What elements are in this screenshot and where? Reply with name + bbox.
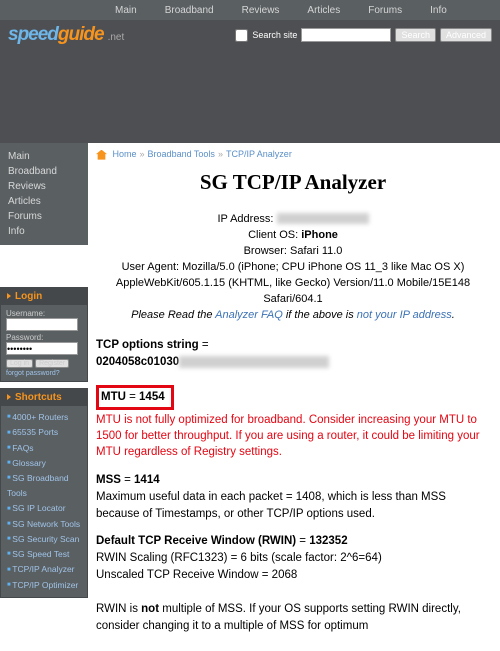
mtu-warning: MTU is not fully optimized for broadband… xyxy=(96,412,490,460)
nav-info[interactable]: Info xyxy=(430,5,447,16)
side-main[interactable]: Main xyxy=(8,149,80,164)
side-menu: Main Broadband Reviews Articles Forums I… xyxy=(0,143,88,245)
page-title: SG TCP/IP Analyzer xyxy=(96,170,490,195)
crumb-tools[interactable]: Broadband Tools xyxy=(148,149,215,159)
main-content: Home»Broadband Tools»TCP/IP Analyzer SG … xyxy=(88,143,500,651)
shortcut-tcpip-analyzer[interactable]: TCP/IP Analyzer xyxy=(7,562,81,577)
analyzer-faq-link[interactable]: Analyzer FAQ xyxy=(215,309,283,321)
crumb-current: TCP/IP Analyzer xyxy=(226,149,292,159)
login-title: Login xyxy=(1,288,87,305)
tcp-redacted xyxy=(179,356,329,368)
side-articles[interactable]: Articles xyxy=(8,194,80,209)
breadcrumb: Home»Broadband Tools»TCP/IP Analyzer xyxy=(96,149,490,160)
crumb-home[interactable]: Home xyxy=(113,149,137,159)
register-button[interactable]: Register xyxy=(35,359,69,368)
shortcut-broadband-tools[interactable]: SG Broadband Tools xyxy=(7,471,81,501)
username-input[interactable] xyxy=(6,318,78,331)
shortcut-ports[interactable]: 65535 Ports xyxy=(7,425,81,440)
login-button[interactable]: Log in xyxy=(6,359,33,368)
nav-forums[interactable]: Forums xyxy=(368,5,402,16)
nav-reviews[interactable]: Reviews xyxy=(242,5,280,16)
shortcut-faqs[interactable]: FAQs xyxy=(7,441,81,456)
top-nav: Main Broadband Reviews Articles Forums I… xyxy=(0,0,500,20)
search-button[interactable]: Search xyxy=(395,28,436,42)
password-label: Password: xyxy=(6,333,82,342)
home-icon[interactable] xyxy=(96,150,107,160)
advanced-button[interactable]: Advanced xyxy=(440,28,492,42)
side-broadband[interactable]: Broadband xyxy=(8,164,80,179)
shortcut-tcpip-optimizer[interactable]: TCP/IP Optimizer xyxy=(7,578,81,593)
side-info[interactable]: Info xyxy=(8,224,80,239)
ip-redacted xyxy=(277,213,369,224)
mtu-highlight: MTU = 1454 xyxy=(96,385,174,410)
search-bar: Search site Search Advanced xyxy=(235,28,492,42)
shortcut-ip-locator[interactable]: SG IP Locator xyxy=(7,501,81,516)
forgot-password-link[interactable]: forgot password? xyxy=(6,370,82,377)
search-site-label: Search site xyxy=(252,30,297,40)
shortcuts-title: Shortcuts xyxy=(1,389,87,406)
shortcut-routers[interactable]: 4000+ Routers xyxy=(7,410,81,425)
results: TCP options string = 0204058c01030 MTU =… xyxy=(96,337,490,635)
shortcut-glossary[interactable]: Glossary xyxy=(7,456,81,471)
banner-area xyxy=(0,50,500,143)
nav-articles[interactable]: Articles xyxy=(307,5,340,16)
side-forums[interactable]: Forums xyxy=(8,209,80,224)
shortcuts-box: Shortcuts 4000+ Routers 65535 Ports FAQs… xyxy=(0,388,88,598)
client-info: IP Address: Client OS: iPhone Browser: S… xyxy=(96,211,490,323)
side-reviews[interactable]: Reviews xyxy=(8,179,80,194)
sidebar: Main Broadband Reviews Articles Forums I… xyxy=(0,143,88,651)
search-input[interactable] xyxy=(301,28,391,42)
shortcut-speed-test[interactable]: SG Speed Test xyxy=(7,547,81,562)
nav-main[interactable]: Main xyxy=(115,5,137,16)
login-box: Login Username: Password: Log in Registe… xyxy=(0,287,88,382)
shortcut-security-scan[interactable]: SG Security Scan xyxy=(7,532,81,547)
logo[interactable]: speedguide.net xyxy=(8,24,124,46)
shortcut-network-tools[interactable]: SG Network Tools xyxy=(7,517,81,532)
header: speedguide.net Search site Search Advanc… xyxy=(0,20,500,50)
search-site-checkbox[interactable] xyxy=(235,29,248,42)
not-your-ip-link[interactable]: not your IP address xyxy=(357,309,452,321)
username-label: Username: xyxy=(6,309,82,318)
password-input[interactable] xyxy=(6,342,78,355)
nav-broadband[interactable]: Broadband xyxy=(165,5,214,16)
